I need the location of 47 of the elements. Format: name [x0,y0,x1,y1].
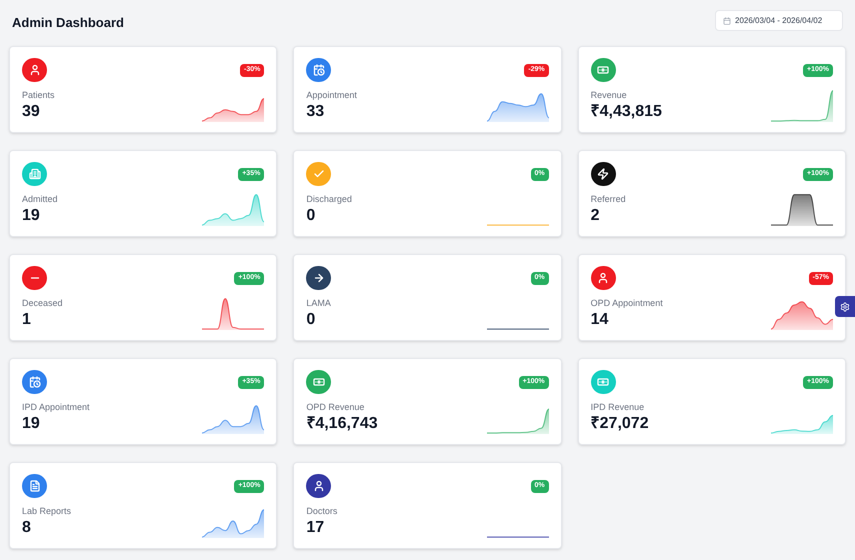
sparkline-drawing [486,536,549,538]
sparkline-drawing [771,414,833,434]
card-label: Patients [22,90,55,101]
card-label: Admitted [22,194,58,205]
card-value: 2 [590,206,601,226]
sparkline-drawing [486,93,549,122]
card-label: Lab Reports [22,506,72,517]
card-label: OPD Appointment [590,298,663,309]
card-value: 19 [22,206,41,226]
sparkline-drawing [771,301,833,330]
card-value: 19 [22,414,41,434]
card-label: Appointment [306,90,357,101]
card-value: ₹4,43,815 [590,102,662,122]
sparkline-drawing [202,298,264,330]
sparkline-drawing [771,194,833,226]
sparkline-drawing [202,405,264,434]
card-value: 33 [306,102,326,122]
card-value: ₹27,072 [590,414,649,434]
card-label: Discharged [306,194,352,205]
card-value: 0 [306,206,316,226]
sparkline-drawing [486,328,549,330]
sparkline-drawing [486,224,549,226]
card-value: 14 [590,310,610,330]
gear-icon [840,302,850,312]
card-value: ₹4,16,743 [306,414,378,434]
sparkline-drawing [771,90,833,122]
card-label: IPD Revenue [590,402,646,413]
card-label: LAMA [306,298,332,309]
sparkline-drawing [486,408,549,434]
date-range-field[interactable]: 2026/03/04 - 2026/04/02 [715,10,843,31]
card-label: IPD Appointment [22,402,90,413]
card-value: 8 [22,518,32,538]
card-label: Deceased [22,298,63,309]
card-label: OPD Revenue [306,402,366,413]
calendar-icon [723,16,731,24]
page-title: Admin Dashboard [12,14,124,32]
sparkline-drawing [202,98,264,122]
card-label: Revenue [590,90,628,101]
card-value: 1 [22,310,32,330]
card-value: 39 [22,102,41,122]
sparkline-drawing [202,194,264,226]
card-value: 0 [306,310,316,330]
card-label: Referred [590,194,626,205]
card-label: Doctors [306,506,338,517]
sparkline-drawing [202,509,264,538]
card-value: 17 [306,518,326,538]
settings-button[interactable] [835,296,855,317]
